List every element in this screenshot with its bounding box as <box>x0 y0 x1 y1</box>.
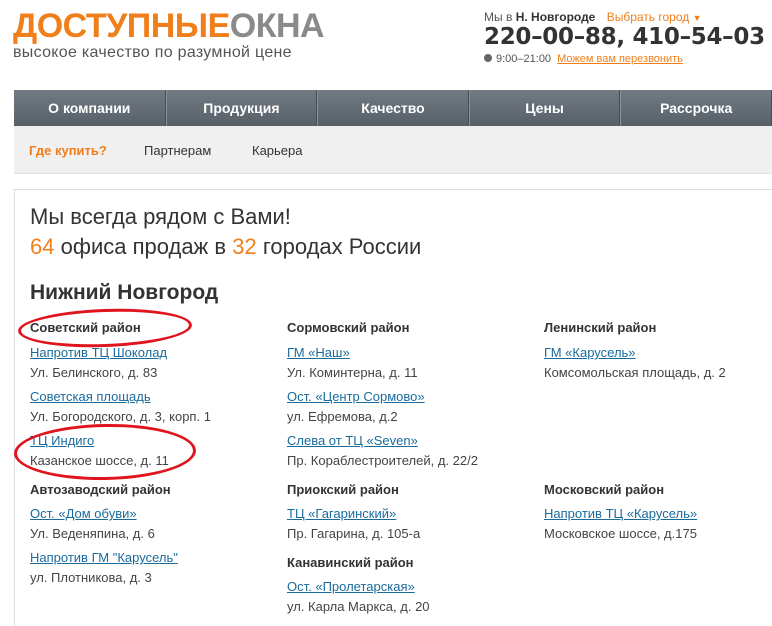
shop-address: ул. Ефремова, д.2 <box>287 409 398 424</box>
clock-icon <box>484 54 492 62</box>
shop-address: ул. Карла Маркса, д. 20 <box>287 599 430 614</box>
intro-heading: Мы всегда рядом с Вами! <box>30 204 291 229</box>
caret-down-icon: ▼ <box>692 12 702 23</box>
sub-nav: Где купить? Партнерам Карьера <box>14 126 772 174</box>
shop-address: Московское шоссе, д.175 <box>544 526 697 541</box>
shop-link[interactable]: ГМ «Карусель» <box>544 345 636 360</box>
nav-item-prices[interactable]: Цены <box>468 90 621 126</box>
district-title: Сормовский район <box>287 320 410 335</box>
shop-link[interactable]: ГМ «Наш» <box>287 345 350 360</box>
current-city: Н. Новгороде <box>515 10 596 24</box>
nav-item-quality[interactable]: Качество <box>317 90 469 126</box>
district-title: Канавинский район <box>287 555 414 570</box>
working-hours: 9:00–21:00 <box>496 53 552 65</box>
cities-text: городах России <box>262 234 422 259</box>
shop-address: Комсомольская площадь, д. 2 <box>544 365 726 380</box>
city-title: Нижний Новгород <box>30 281 219 304</box>
nav-item-products[interactable]: Продукция <box>165 90 318 126</box>
city-select-label: Выбрать город <box>606 10 690 24</box>
shop-address: ул. Плотникова, д. 3 <box>30 570 152 585</box>
main-nav: О компании Продукция Качество Цены Расср… <box>14 90 772 126</box>
phone-numbers: 220–00–88, 410–54–03 <box>484 24 765 50</box>
shop-link[interactable]: Советская площадь <box>30 389 151 404</box>
nav-item-about[interactable]: О компании <box>14 90 166 126</box>
subnav-careers[interactable]: Карьера <box>252 143 303 158</box>
shop-link[interactable]: ТЦ «Гагаринский» <box>287 506 396 521</box>
logo-word-1: ДОСТУПНЫЕ <box>13 7 230 45</box>
shop-address: Ул. Белинского, д. 83 <box>30 365 158 380</box>
header-contacts: Мы в Н. Новгороде Выбрать город ▼ 220–00… <box>484 10 769 65</box>
shop-link[interactable]: Напротив ТЦ «Карусель» <box>544 506 697 521</box>
district-title: Приокский район <box>287 482 399 497</box>
logo-tagline: высокое качество по разумной цене <box>13 44 292 61</box>
district-title: Автозаводский район <box>30 482 171 497</box>
shop-address: Пр. Гагарина, д. 105-а <box>287 526 421 541</box>
shop-address: Ул. Богородского, д. 3, корп. 1 <box>30 409 211 424</box>
shop-address: Ул. Веденяпина, д. 6 <box>30 526 155 541</box>
current-city-line: Мы в Н. Новгороде Выбрать город ▼ <box>484 10 769 24</box>
city-prefix: Мы в <box>484 10 513 24</box>
nav-item-installments[interactable]: Рассрочка <box>620 90 772 126</box>
offices-text: офиса продаж в <box>60 234 227 259</box>
logo-wordmark: ДОСТУПНЫЕОКНА <box>13 7 325 45</box>
shop-address: Пр. Кораблестроителей, д. 22/2 <box>287 453 478 468</box>
subnav-where-to-buy[interactable]: Где купить? <box>29 143 107 158</box>
offices-count: 64 <box>30 234 55 259</box>
subnav-partners[interactable]: Партнерам <box>144 143 211 158</box>
callback-link[interactable]: Можем вам перезвонить <box>557 53 683 65</box>
shop-link[interactable]: Слева от ТЦ «Seven» <box>287 433 418 448</box>
shop-address: Казанское шоссе, д. 11 <box>30 453 169 468</box>
shop-link[interactable]: Ост. «Дом обуви» <box>30 506 137 521</box>
offices-summary: 64 офиса продаж в 32 городах России <box>30 234 421 260</box>
shop-link[interactable]: Напротив ГМ "Карусель" <box>30 550 178 565</box>
shop-link[interactable]: Напротив ТЦ Шоколад <box>30 345 167 360</box>
site-logo[interactable]: ДОСТУПНЫЕОКНА высокое качество по разумн… <box>13 7 325 62</box>
district-title: Московский район <box>544 482 665 497</box>
cities-count: 32 <box>232 234 257 259</box>
working-hours-line: 9:00–21:00 Можем вам перезвонить <box>484 53 769 65</box>
city-select-dropdown[interactable]: Выбрать город ▼ <box>607 10 702 24</box>
district-title: Ленинский район <box>544 320 657 335</box>
logo-word-2: ОКНА <box>229 7 325 45</box>
district-title: Советский район <box>30 320 141 335</box>
shop-link[interactable]: Ост. «Пролетарская» <box>287 579 415 594</box>
shop-link[interactable]: Ост. «Центр Сормово» <box>287 389 425 404</box>
shop-link[interactable]: ТЦ Индиго <box>30 433 94 448</box>
shop-address: Ул. Коминтерна, д. 11 <box>287 365 418 380</box>
